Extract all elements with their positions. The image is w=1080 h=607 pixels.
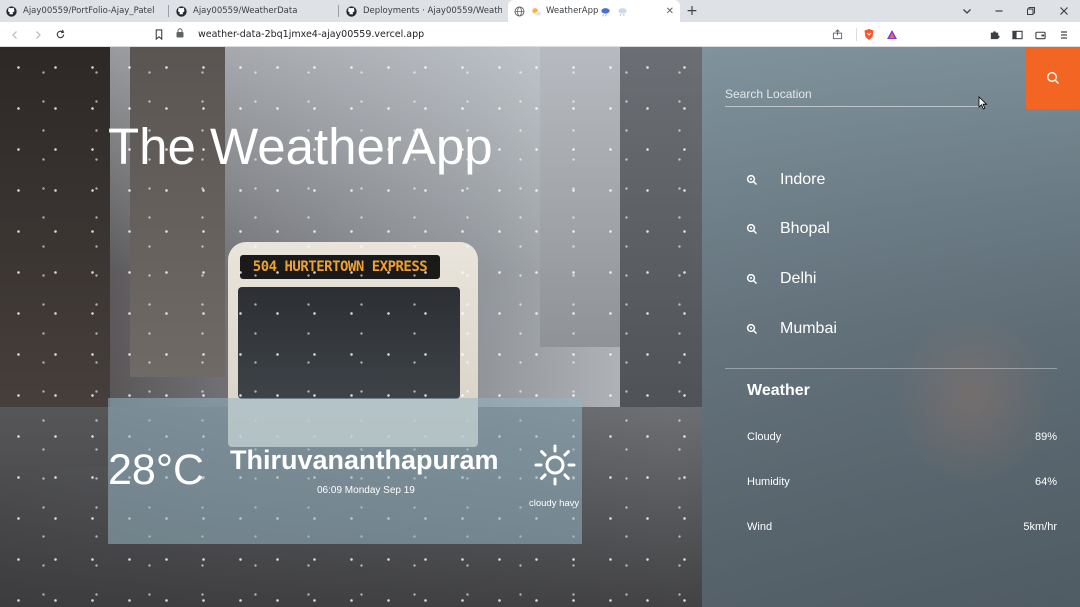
lock-icon bbox=[176, 28, 188, 41]
snow-cloud-emoji-icon bbox=[617, 6, 628, 17]
tab-title: Deployments · Ajay00559/WeatherDa bbox=[363, 6, 502, 16]
search-icon bbox=[746, 174, 758, 186]
condition-text: cloudy havy bbox=[529, 498, 580, 509]
location-label: Bhopal bbox=[780, 220, 830, 237]
location-item-mumbai[interactable]: Mumbai bbox=[746, 314, 837, 344]
share-icon[interactable] bbox=[828, 26, 846, 43]
bookmark-icon[interactable] bbox=[150, 26, 168, 43]
weather-app-page: 504 HURTERTOWN EXPRESS The WeatherApp 28… bbox=[0, 47, 1080, 607]
tab-title: WeatherApp bbox=[546, 6, 599, 16]
close-window-icon[interactable] bbox=[1048, 0, 1080, 22]
tab-separator bbox=[338, 5, 339, 17]
reload-icon[interactable] bbox=[51, 26, 69, 43]
detail-label: Wind bbox=[747, 521, 773, 533]
cloud-rain-emoji-icon bbox=[600, 6, 611, 17]
city-name: Thiruvananthapuram bbox=[230, 445, 499, 475]
tab-strip: Ajay00559/PortFolio-Ajay_Patel Ajay00559… bbox=[0, 0, 1080, 22]
detail-row-cloudy: Cloudy 89% bbox=[747, 431, 1057, 447]
sun-cloud-emoji-icon bbox=[531, 6, 542, 17]
mouse-cursor-icon bbox=[978, 96, 988, 110]
toolbar-separator bbox=[856, 28, 857, 41]
github-icon bbox=[6, 5, 17, 17]
minimize-icon[interactable] bbox=[983, 0, 1015, 22]
tab-portfolio[interactable]: Ajay00559/PortFolio-Ajay_Patel bbox=[0, 0, 168, 22]
location-label: Mumbai bbox=[780, 320, 837, 337]
forward-icon[interactable] bbox=[29, 26, 47, 43]
location-item-delhi[interactable]: Delhi bbox=[746, 264, 816, 294]
search-location-input[interactable] bbox=[725, 81, 980, 107]
current-weather-card: 28°C Thiruvananthapuram 06:09 Monday Sep… bbox=[108, 398, 582, 544]
tab-deployments[interactable]: Deployments · Ajay00559/WeatherDa bbox=[340, 0, 508, 22]
location-label: Indore bbox=[780, 171, 826, 188]
globe-icon bbox=[514, 6, 525, 17]
app-title: The WeatherApp bbox=[108, 118, 493, 175]
github-icon bbox=[346, 5, 357, 17]
weather-details-heading: Weather bbox=[747, 382, 810, 399]
tab-separator bbox=[168, 5, 169, 17]
search-icon bbox=[1046, 71, 1059, 84]
tab-search-chevron-icon[interactable] bbox=[951, 0, 983, 22]
date-time: 06:09 Monday Sep 19 bbox=[317, 485, 415, 496]
close-tab-icon[interactable]: ✕ bbox=[662, 6, 674, 17]
detail-row-wind: Wind 5km/hr bbox=[747, 521, 1057, 537]
detail-label: Humidity bbox=[747, 476, 790, 488]
menu-icon[interactable] bbox=[1055, 26, 1073, 43]
brave-rewards-icon[interactable] bbox=[883, 26, 901, 43]
side-panel: Indore Bhopal Delhi Mumbai Weather Cloud… bbox=[702, 47, 1080, 607]
github-icon bbox=[176, 5, 187, 17]
search-icon bbox=[746, 273, 758, 285]
extensions-icon[interactable] bbox=[985, 26, 1003, 43]
tab-weatherapp[interactable]: WeatherApp ✕ bbox=[508, 0, 680, 22]
detail-value: 64% bbox=[1034, 476, 1057, 488]
url-text: weather-data-2bq1jmxe4-ajay00559.vercel.… bbox=[198, 29, 425, 40]
sidebar-icon[interactable] bbox=[1008, 26, 1026, 43]
detail-value: 89% bbox=[1034, 431, 1057, 443]
search-icon bbox=[746, 223, 758, 235]
restore-icon[interactable] bbox=[1015, 0, 1047, 22]
temperature-value: 28°C bbox=[108, 446, 205, 494]
back-icon[interactable] bbox=[6, 26, 24, 43]
detail-label: Cloudy bbox=[747, 431, 782, 443]
location-label: Delhi bbox=[780, 270, 817, 287]
brave-shield-icon[interactable] bbox=[860, 26, 878, 43]
browser-toolbar: weather-data-2bq1jmxe4-ajay00559.vercel.… bbox=[0, 22, 1080, 47]
search-icon bbox=[746, 323, 758, 335]
tab-title: Ajay00559/WeatherData bbox=[193, 6, 298, 16]
detail-row-humidity: Humidity 64% bbox=[747, 476, 1057, 492]
detail-value: 5km/hr bbox=[1023, 521, 1057, 533]
location-item-indore[interactable]: Indore bbox=[746, 165, 825, 195]
search-button[interactable] bbox=[1026, 47, 1080, 109]
panel-divider bbox=[725, 368, 1057, 369]
tab-weatherdata-repo[interactable]: Ajay00559/WeatherData bbox=[170, 0, 338, 22]
new-tab-button[interactable]: + bbox=[684, 2, 700, 20]
wallet-icon[interactable] bbox=[1031, 26, 1049, 43]
location-item-bhopal[interactable]: Bhopal bbox=[746, 214, 830, 244]
sun-icon bbox=[533, 443, 577, 487]
tab-title: Ajay00559/PortFolio-Ajay_Patel bbox=[23, 6, 155, 16]
address-bar[interactable]: weather-data-2bq1jmxe4-ajay00559.vercel.… bbox=[176, 25, 852, 44]
